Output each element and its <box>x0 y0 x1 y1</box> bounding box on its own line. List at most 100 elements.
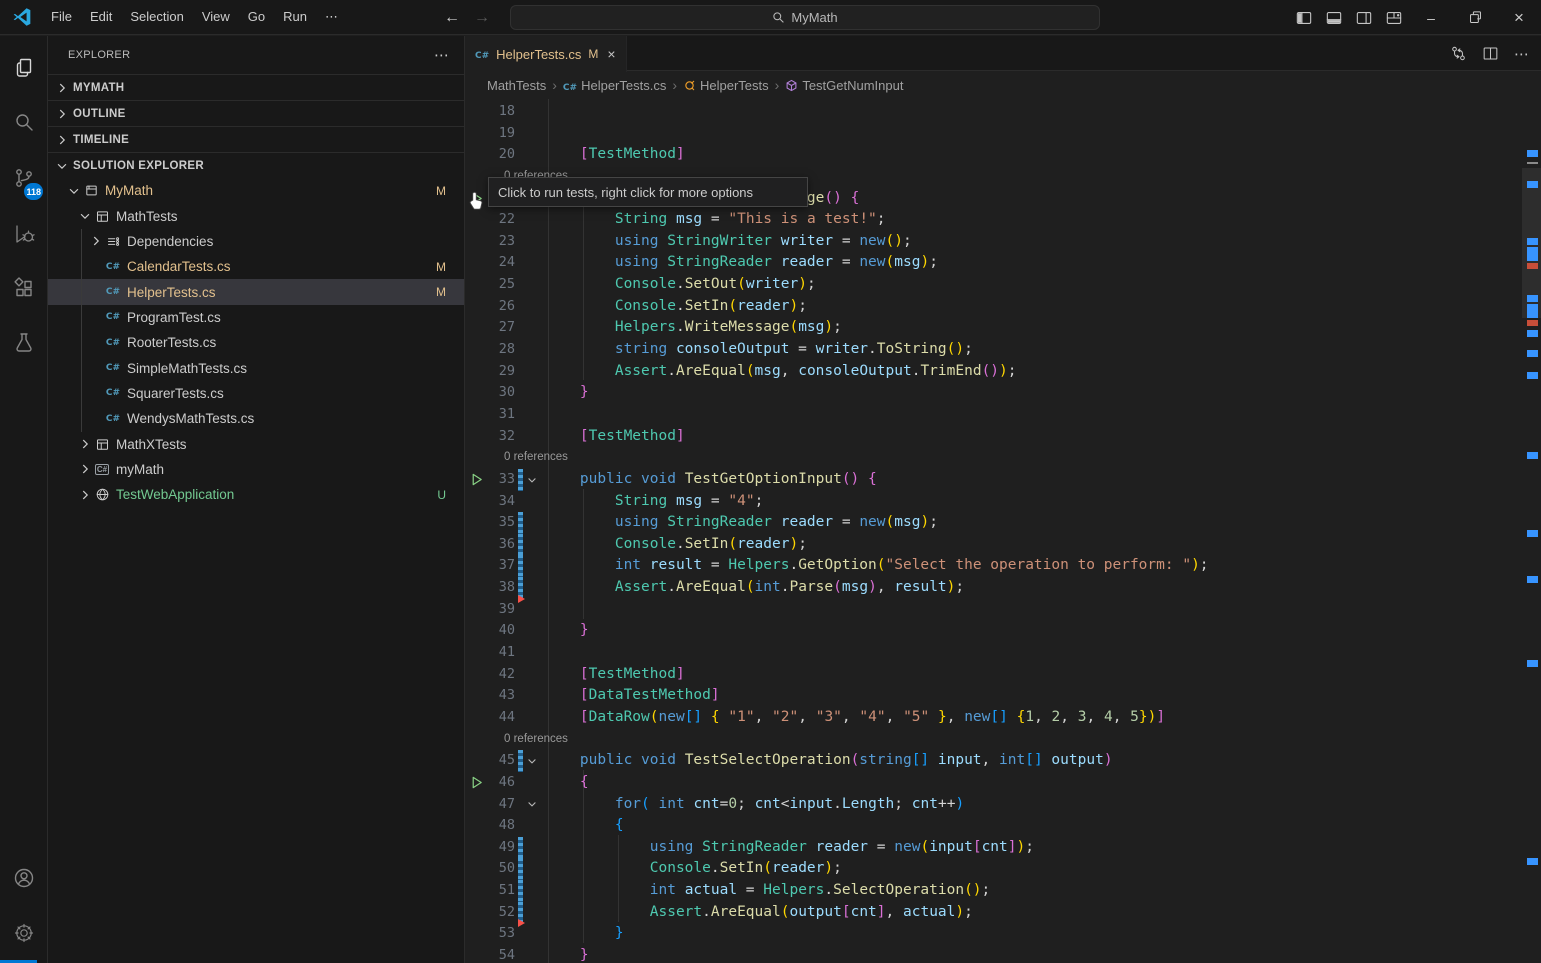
code-line[interactable]: 33 public void TestGetOptionInput() { <box>465 469 1541 491</box>
tree-item-rootertests-cs[interactable]: C#RooterTests.cs <box>48 330 464 355</box>
activity-settings-gear-icon[interactable] <box>0 909 47 957</box>
close-icon[interactable]: × <box>607 46 615 62</box>
tree-item-mathtests[interactable]: MathTests <box>48 203 464 228</box>
code-line[interactable]: 48 { <box>465 815 1541 837</box>
command-center-search[interactable]: MyMath <box>510 5 1100 30</box>
section-mymath[interactable]: MYMATH <box>48 74 464 100</box>
tree-item-calendartests-cs[interactable]: C#CalendarTests.csM <box>48 254 464 279</box>
chevron-down-icon[interactable] <box>77 208 92 224</box>
breadcrumb-mathtests[interactable]: MathTests <box>487 78 546 93</box>
code-line[interactable]: 39 <box>465 599 1541 621</box>
tree-item-helpertests-cs[interactable]: C#HelperTests.csM <box>48 279 464 304</box>
split-editor-icon[interactable] <box>1477 41 1503 67</box>
activity-testing-icon[interactable] <box>0 319 47 367</box>
layout-sidebar-left-icon[interactable] <box>1289 0 1319 35</box>
code-editor[interactable]: 181920 [TestMethod]0 references21 public… <box>465 99 1541 963</box>
section-outline[interactable]: OUTLINE <box>48 100 464 126</box>
code-line[interactable]: 30 } <box>465 382 1541 404</box>
code-line[interactable]: 31 <box>465 404 1541 426</box>
code-line[interactable]: 49 using StringReader reader = new(input… <box>465 837 1541 859</box>
overview-ruler[interactable] <box>1522 36 1541 963</box>
tree-item-squarertests-cs[interactable]: C#SquarerTests.cs <box>48 381 464 406</box>
layout-sidebar-right-icon[interactable] <box>1349 0 1379 35</box>
activity-extensions-icon[interactable] <box>0 265 47 313</box>
more-actions-icon[interactable]: ⋯ <box>1509 41 1535 67</box>
code-line[interactable]: 23 using StringWriter writer = new(); <box>465 231 1541 253</box>
codelens-row[interactable]: 0 references <box>465 447 1541 469</box>
tree-item-dependencies[interactable]: Dependencies <box>48 229 464 254</box>
code-line[interactable]: 29 Assert.AreEqual(msg, consoleOutput.Tr… <box>465 361 1541 383</box>
menu-item-selection[interactable]: Selection <box>121 4 192 30</box>
menu-item-⋯[interactable]: ⋯ <box>316 4 347 30</box>
fold-expanded-icon[interactable] <box>523 794 541 816</box>
chevron-right-icon[interactable] <box>77 461 92 477</box>
breadcrumb-helpertests[interactable]: HelperTests <box>683 78 769 93</box>
activity-explorer-icon[interactable] <box>0 44 47 92</box>
menu-item-view[interactable]: View <box>193 4 239 30</box>
code-line[interactable]: 46 { <box>465 772 1541 794</box>
section-solution-explorer[interactable]: SOLUTION EXPLORER <box>48 152 464 178</box>
code-line[interactable]: 24 using StringReader reader = new(msg); <box>465 252 1541 274</box>
restore-icon[interactable] <box>1453 0 1497 35</box>
code-line[interactable]: 37 int result = Helpers.GetOption("Selec… <box>465 555 1541 577</box>
activity-account-icon[interactable] <box>0 854 47 902</box>
forward-icon[interactable]: → <box>474 9 490 27</box>
breadcrumb-testgetnuminput[interactable]: TestGetNumInput <box>785 78 903 93</box>
code-line[interactable]: 26 Console.SetIn(reader); <box>465 296 1541 318</box>
code-line[interactable]: 19 <box>465 123 1541 145</box>
chevron-right-icon[interactable] <box>77 487 92 503</box>
code-line[interactable]: 52 Assert.AreEqual(output[cnt], actual); <box>465 902 1541 924</box>
menu-item-go[interactable]: Go <box>239 4 274 30</box>
code-line[interactable]: 40 } <box>465 620 1541 642</box>
run-test-play-icon[interactable] <box>465 469 487 491</box>
fold-expanded-icon[interactable] <box>523 469 541 491</box>
minimize-icon[interactable]: – <box>1409 0 1453 35</box>
tree-item-wendysmathtests-cs[interactable]: C#WendysMathTests.cs <box>48 406 464 431</box>
tree-item-mymath[interactable]: C#myMath <box>48 457 464 482</box>
chevron-down-icon[interactable] <box>66 183 81 199</box>
code-line[interactable]: 42 [TestMethod] <box>465 664 1541 686</box>
close-icon[interactable]: × <box>1497 0 1541 35</box>
code-line[interactable]: 51 int actual = Helpers.SelectOperation(… <box>465 880 1541 902</box>
menu-item-file[interactable]: File <box>42 4 81 30</box>
codelens-row[interactable]: 0 references <box>465 729 1541 751</box>
code-line[interactable]: 25 Console.SetOut(writer); <box>465 274 1541 296</box>
codelens-references[interactable]: 0 references <box>465 729 568 751</box>
activity-source-control-icon[interactable]: 118 <box>0 154 47 202</box>
code-line[interactable]: 53 } <box>465 923 1541 945</box>
code-line[interactable]: 27 Helpers.WriteMessage(msg); <box>465 317 1541 339</box>
tree-item-mymath[interactable]: MyMathM <box>48 178 464 203</box>
code-line[interactable]: 43 [DataTestMethod] <box>465 685 1541 707</box>
back-icon[interactable]: ← <box>444 9 460 27</box>
code-line[interactable]: 47 for( int cnt=0; cnt<input.Length; cnt… <box>465 794 1541 816</box>
code-line[interactable]: 34 String msg = "4"; <box>465 491 1541 513</box>
code-line[interactable]: 44 [DataRow(new[] { "1", "2", "3", "4", … <box>465 707 1541 729</box>
code-line[interactable]: 28 string consoleOutput = writer.ToStrin… <box>465 339 1541 361</box>
code-line[interactable]: 54 } <box>465 945 1541 963</box>
layout-customize-icon[interactable] <box>1379 0 1409 35</box>
layout-panel-icon[interactable] <box>1319 0 1349 35</box>
code-line[interactable]: 50 Console.SetIn(reader); <box>465 858 1541 880</box>
activity-search-icon[interactable] <box>0 98 47 146</box>
more-actions-icon[interactable]: ⋯ <box>434 46 450 64</box>
activity-run-debug-icon[interactable] <box>0 210 47 258</box>
code-line[interactable]: 32 [TestMethod] <box>465 426 1541 448</box>
chevron-right-icon[interactable] <box>77 436 92 452</box>
tree-item-simplemathtests-cs[interactable]: C#SimpleMathTests.cs <box>48 355 464 380</box>
open-changes-icon[interactable] <box>1445 41 1471 67</box>
code-line[interactable]: 36 Console.SetIn(reader); <box>465 534 1541 556</box>
menu-item-run[interactable]: Run <box>274 4 316 30</box>
code-line[interactable]: 45 public void TestSelectOperation(strin… <box>465 750 1541 772</box>
run-test-play-icon[interactable] <box>465 772 487 794</box>
code-line[interactable]: 38 Assert.AreEqual(int.Parse(msg), resul… <box>465 577 1541 599</box>
tab-helpertests[interactable]: C# HelperTests.cs M × <box>465 36 627 72</box>
section-timeline[interactable]: TIMELINE <box>48 126 464 152</box>
codelens-references[interactable]: 0 references <box>465 447 568 469</box>
menu-item-edit[interactable]: Edit <box>81 4 121 30</box>
code-line[interactable]: 41 <box>465 642 1541 664</box>
chevron-right-icon[interactable] <box>88 233 103 249</box>
tree-item-mathxtests[interactable]: MathXTests <box>48 431 464 456</box>
breadcrumb-helpertests-cs[interactable]: C#HelperTests.cs <box>563 78 666 93</box>
tree-item-programtest-cs[interactable]: C#ProgramTest.cs <box>48 305 464 330</box>
code-line[interactable]: 18 <box>465 101 1541 123</box>
